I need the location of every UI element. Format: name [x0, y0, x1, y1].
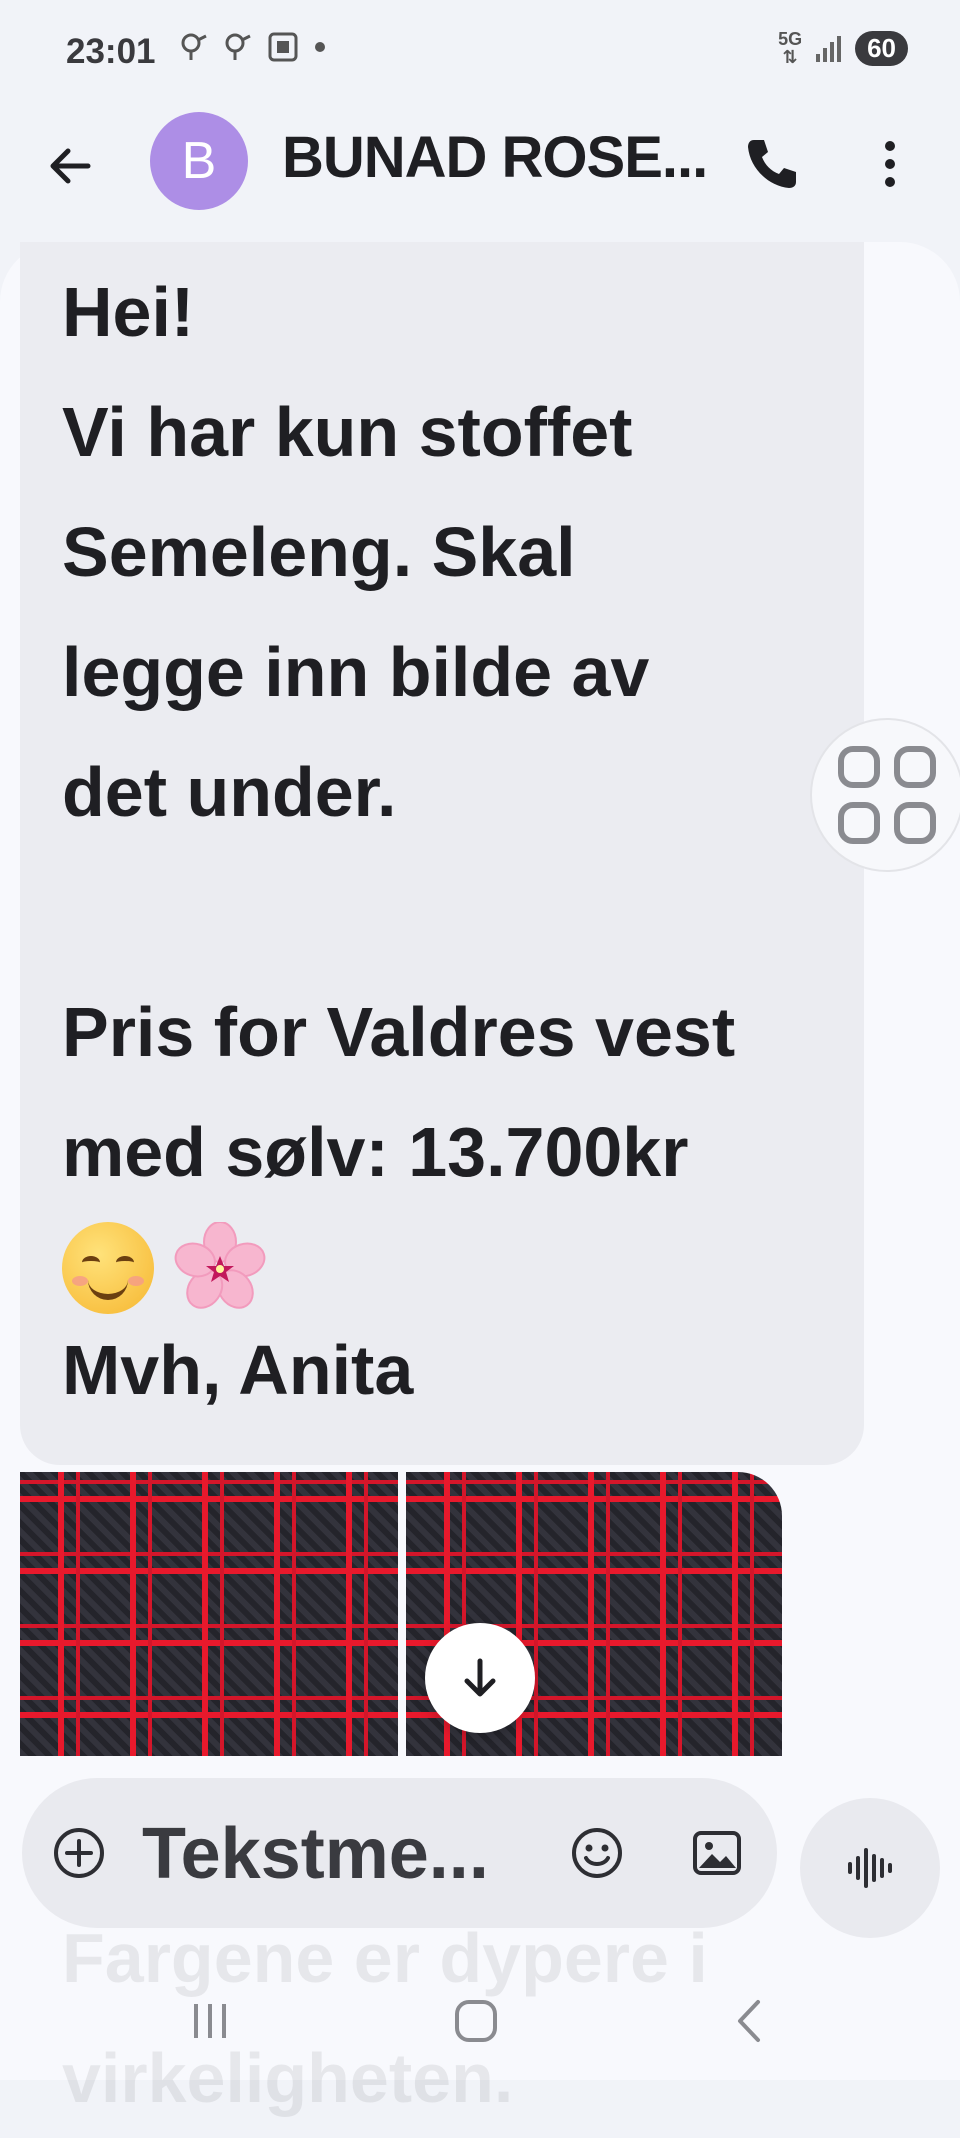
voice-record-button[interactable] [800, 1798, 940, 1938]
dot-icon [315, 42, 325, 52]
notification-icon [181, 33, 207, 60]
status-right: 5G ⇅ 60 [778, 30, 908, 66]
scroll-to-bottom-button[interactable] [425, 1623, 535, 1733]
conversation-header: B BUNAD ROSE... [0, 110, 960, 260]
attach-button[interactable] [52, 1826, 106, 1880]
contact-name[interactable]: BUNAD ROSE... [282, 124, 708, 191]
network-type: 5G ⇅ [778, 29, 803, 67]
plus-circle-icon [54, 1828, 104, 1878]
arrow-down-icon [464, 1658, 496, 1697]
notification-icon [225, 33, 251, 60]
home-icon [455, 2000, 497, 2042]
emoji-button[interactable] [570, 1826, 624, 1880]
quick-menu-button[interactable] [810, 718, 960, 872]
phone-icon [748, 140, 796, 188]
back-nav-button[interactable] [720, 1996, 780, 2046]
gallery-button[interactable] [690, 1826, 744, 1880]
notification-icons [178, 30, 330, 64]
fabric-image-1[interactable] [20, 1472, 398, 1756]
arrow-left-icon [50, 148, 91, 184]
battery-icon: 60 [855, 30, 908, 66]
message-composer: Tekstme... [22, 1778, 777, 1928]
recents-icon [194, 2004, 226, 2038]
cherry-blossom-emoji-icon [174, 1222, 266, 1309]
system-navigation-bar [0, 1960, 960, 2080]
message-signature: Mvh, Anita [62, 1331, 414, 1409]
call-button[interactable] [740, 132, 804, 196]
smiley-icon [572, 1828, 622, 1878]
home-button[interactable] [446, 1996, 506, 2046]
image-icon [693, 1831, 741, 1875]
grid-icon [838, 746, 936, 844]
signal-icon [816, 34, 842, 62]
emoji-row [62, 1222, 266, 1314]
network-label: 5G [778, 29, 803, 49]
status-time: 23:01 [66, 32, 156, 71]
message-input[interactable]: Tekstme... [142, 1813, 489, 1895]
recents-button[interactable] [180, 1996, 240, 2046]
back-button[interactable] [40, 136, 100, 196]
smiling-face-emoji-icon [62, 1222, 154, 1314]
message-body: Hei! Vi har kun stoffet Semeleng. Skal l… [62, 273, 736, 1191]
status-bar: 23:01 5G ⇅ 60 [0, 0, 960, 110]
chevron-left-icon [738, 2000, 760, 2042]
voice-waveform-icon [848, 1848, 892, 1888]
screenshot-icon [268, 32, 298, 62]
avatar[interactable]: B [150, 112, 248, 210]
more-options-button[interactable] [860, 132, 920, 196]
more-vert-icon [885, 141, 895, 187]
